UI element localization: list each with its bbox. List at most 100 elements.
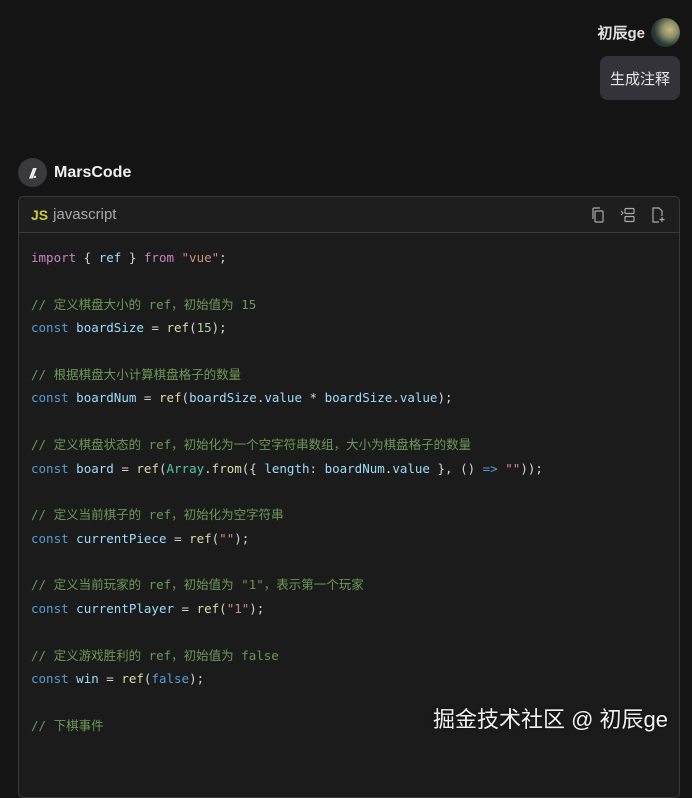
code-token: ref bbox=[196, 600, 220, 616]
code-line: // 定义当前玩家的 ref，初始值为 "1"，表示第一个玩家 bbox=[31, 573, 667, 596]
code-token: // 定义棋盘状态的 ref，初始化为一个空字符串数组，大小为棋盘格子的数量 bbox=[31, 437, 472, 453]
code-token: const bbox=[31, 600, 69, 616]
code-token: value bbox=[264, 390, 302, 406]
code-token: )); bbox=[520, 460, 543, 476]
code-line: // 定义棋盘状态的 ref，初始化为一个空字符串数组，大小为棋盘格子的数量 bbox=[31, 433, 667, 456]
code-token: value bbox=[392, 460, 430, 476]
user-header: 初辰ge bbox=[597, 18, 680, 47]
code-token: value bbox=[399, 390, 438, 406]
code-token: "" bbox=[505, 460, 521, 476]
code-token: const bbox=[31, 320, 69, 336]
code-token: // 下棋事件 bbox=[31, 717, 104, 733]
code-token: "" bbox=[219, 530, 235, 546]
code-line: const win = ref(false); bbox=[31, 667, 667, 690]
code-token: boardSize bbox=[189, 390, 257, 406]
code-token: from bbox=[143, 250, 174, 265]
code-token: }, () bbox=[429, 460, 483, 476]
code-token: ); bbox=[211, 320, 227, 336]
user-name: 初辰ge bbox=[597, 25, 645, 42]
code-token: = bbox=[143, 320, 167, 336]
code-token: board bbox=[76, 460, 114, 476]
code-line: const currentPiece = ref(""); bbox=[31, 527, 667, 550]
new-file-icon[interactable] bbox=[649, 206, 667, 224]
code-token: // 根据棋盘大小计算棋盘格子的数量 bbox=[31, 366, 242, 382]
code-token: "1" bbox=[226, 600, 250, 616]
code-token: ( bbox=[181, 390, 190, 406]
code-token: . bbox=[204, 460, 212, 476]
code-token: = bbox=[174, 600, 197, 616]
code-token: ref bbox=[98, 250, 122, 265]
code-token: Array bbox=[166, 460, 205, 476]
bot-name: MarsCode bbox=[54, 163, 132, 181]
code-line: const boardNum = ref(boardSize.value * b… bbox=[31, 386, 667, 409]
code-token: boardNum bbox=[324, 460, 385, 476]
insert-icon[interactable] bbox=[619, 206, 637, 224]
code-token: = bbox=[98, 671, 122, 687]
javascript-icon: JS bbox=[31, 206, 49, 223]
code-line: // 定义当前棋子的 ref，初始化为空字符串 bbox=[31, 503, 667, 526]
code-token: = bbox=[113, 460, 137, 476]
code-line: import { ref } from "vue"; bbox=[31, 246, 667, 269]
code-line: const board = ref(Array.from({ length: b… bbox=[31, 457, 667, 480]
code-token: ); bbox=[249, 600, 265, 616]
code-token: const bbox=[31, 460, 69, 476]
code-line: const currentPlayer = ref("1"); bbox=[31, 597, 667, 620]
marscode-logo-icon: //. bbox=[18, 158, 47, 187]
code-token: boardSize bbox=[324, 390, 393, 406]
code-token: length bbox=[264, 460, 310, 476]
code-language: javascript bbox=[53, 206, 117, 223]
code-token: ref bbox=[158, 390, 182, 406]
code-token: { bbox=[76, 250, 99, 265]
code-token: ref bbox=[189, 530, 212, 546]
code-token: false bbox=[151, 671, 190, 687]
code-token: // 定义当前棋子的 ref，初始化为空字符串 bbox=[31, 507, 284, 523]
user-avatar[interactable] bbox=[651, 18, 680, 47]
code-token: ); bbox=[189, 671, 205, 687]
code-token: currentPlayer bbox=[76, 600, 175, 616]
code-line: // 定义棋盘大小的 ref，初始值为 15 bbox=[31, 293, 667, 316]
code-token: ({ bbox=[241, 460, 265, 476]
code-token: 15 bbox=[196, 320, 212, 336]
code-token: } bbox=[121, 250, 144, 265]
code-token: from bbox=[211, 460, 242, 476]
code-token: ( bbox=[158, 460, 167, 476]
code-token: const bbox=[31, 390, 69, 406]
code-token: = bbox=[136, 390, 159, 406]
code-token: * bbox=[301, 390, 325, 406]
code-content: import { ref } from "vue"; // 定义棋盘大小的 ref… bbox=[19, 233, 679, 750]
watermark: 掘金技术社区 @ 初辰ge bbox=[432, 707, 668, 732]
code-token: ); bbox=[234, 530, 250, 546]
code-token: boardSize bbox=[76, 320, 144, 336]
code-token: const bbox=[31, 530, 69, 546]
copy-icon[interactable] bbox=[589, 206, 607, 224]
code-block-header: JS javascript bbox=[19, 197, 679, 233]
code-token: ( bbox=[219, 600, 227, 616]
code-token: = bbox=[166, 530, 190, 546]
code-token: ( bbox=[189, 320, 197, 336]
code-token: : bbox=[309, 460, 325, 476]
code-token: "vue" bbox=[181, 250, 220, 265]
code-token: boardNum bbox=[76, 390, 137, 406]
user-message-text: 生成注释 bbox=[609, 70, 670, 88]
user-message-bubble: 生成注释 bbox=[599, 56, 680, 100]
code-token: import bbox=[31, 250, 77, 265]
code-token: // 定义当前玩家的 ref，初始值为 "1"，表示第一个玩家 bbox=[31, 577, 364, 593]
code-line: // 根据棋盘大小计算棋盘格子的数量 bbox=[31, 363, 667, 386]
code-token: ref bbox=[121, 671, 144, 687]
code-token: const bbox=[31, 671, 69, 687]
code-token: ref bbox=[166, 320, 190, 336]
code-token: // 定义游戏胜利的 ref，初始值为 false bbox=[31, 647, 279, 663]
code-token: . bbox=[392, 390, 400, 406]
code-token: ref bbox=[136, 460, 159, 476]
bot-header: //. MarsCode bbox=[18, 158, 131, 187]
code-line: const boardSize = ref(15); bbox=[31, 316, 667, 339]
code-line: // 定义游戏胜利的 ref，初始值为 false bbox=[31, 644, 667, 667]
code-token: // 定义棋盘大小的 ref，初始值为 15 bbox=[31, 296, 257, 312]
code-token: ); bbox=[437, 390, 453, 406]
